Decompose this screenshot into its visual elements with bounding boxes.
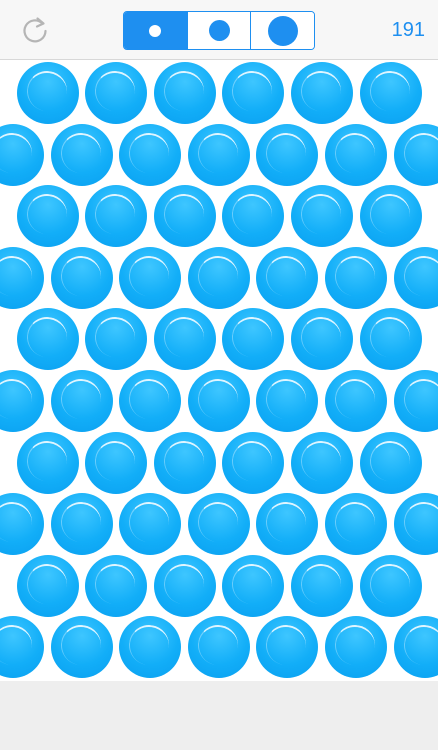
bubble[interactable] bbox=[393, 123, 438, 186]
bubble[interactable] bbox=[222, 308, 285, 371]
bubble[interactable] bbox=[119, 493, 182, 556]
bubble[interactable] bbox=[0, 616, 44, 679]
bubble[interactable] bbox=[0, 493, 44, 556]
bubble[interactable] bbox=[187, 493, 250, 556]
bubble[interactable] bbox=[359, 554, 422, 617]
bubble[interactable] bbox=[187, 616, 250, 679]
bubble[interactable] bbox=[85, 62, 148, 124]
bubble[interactable] bbox=[16, 431, 79, 494]
medium-dot-icon bbox=[208, 20, 230, 41]
bubble[interactable] bbox=[359, 431, 422, 494]
bubble[interactable] bbox=[290, 554, 353, 617]
bubble[interactable] bbox=[359, 308, 422, 371]
bubble[interactable] bbox=[119, 370, 182, 432]
bubble[interactable] bbox=[0, 370, 44, 432]
bubble[interactable] bbox=[153, 431, 216, 494]
bubble[interactable] bbox=[256, 616, 319, 679]
bubble[interactable] bbox=[393, 493, 438, 556]
reset-button[interactable] bbox=[19, 14, 51, 46]
bubble[interactable] bbox=[50, 246, 113, 309]
bubble[interactable] bbox=[290, 62, 353, 124]
bubble[interactable] bbox=[0, 123, 44, 186]
score-counter: 191 bbox=[391, 19, 425, 41]
refresh-arrow-icon bbox=[23, 17, 47, 43]
bubble[interactable] bbox=[16, 554, 79, 617]
bubble[interactable] bbox=[16, 62, 79, 124]
bubble[interactable] bbox=[85, 554, 148, 617]
size-option-medium[interactable] bbox=[186, 12, 251, 49]
bubble[interactable] bbox=[393, 370, 438, 432]
bubble[interactable] bbox=[256, 370, 319, 432]
bubble[interactable] bbox=[50, 123, 113, 186]
bubble[interactable] bbox=[325, 370, 387, 432]
bubble[interactable] bbox=[16, 185, 79, 248]
small-dot-icon bbox=[149, 24, 162, 37]
bubble[interactable] bbox=[85, 308, 148, 371]
toolbar: 191 bbox=[0, 0, 438, 60]
bubble[interactable] bbox=[0, 246, 44, 309]
bubble[interactable] bbox=[222, 431, 285, 494]
bubble-size-selector bbox=[123, 11, 315, 50]
bubble[interactable] bbox=[290, 431, 353, 494]
bubble[interactable] bbox=[50, 616, 113, 679]
bubble[interactable] bbox=[187, 370, 250, 432]
bubble[interactable] bbox=[290, 185, 353, 248]
bubble[interactable] bbox=[50, 493, 113, 556]
bubble[interactable] bbox=[359, 185, 422, 248]
bubble[interactable] bbox=[256, 123, 319, 186]
bubble[interactable] bbox=[16, 308, 79, 371]
bubble[interactable] bbox=[256, 493, 319, 556]
size-option-large[interactable] bbox=[250, 12, 314, 49]
bubble[interactable] bbox=[222, 185, 285, 248]
bubble[interactable] bbox=[325, 246, 387, 309]
bubble[interactable] bbox=[325, 616, 387, 679]
footer-area bbox=[0, 681, 438, 750]
bubble[interactable] bbox=[187, 246, 250, 309]
bubble[interactable] bbox=[153, 554, 216, 617]
bubble[interactable] bbox=[325, 493, 387, 556]
bubble[interactable] bbox=[325, 123, 387, 186]
bubble[interactable] bbox=[256, 246, 319, 309]
bubble-wrap-board bbox=[0, 60, 438, 681]
bubble[interactable] bbox=[393, 246, 438, 309]
large-dot-icon bbox=[267, 15, 298, 46]
bubble[interactable] bbox=[119, 123, 182, 186]
bubble[interactable] bbox=[50, 370, 113, 432]
size-option-small[interactable] bbox=[124, 12, 187, 49]
bubble[interactable] bbox=[290, 308, 353, 371]
bubble[interactable] bbox=[119, 616, 182, 679]
bubble[interactable] bbox=[85, 185, 148, 248]
bubble[interactable] bbox=[153, 185, 216, 248]
bubble[interactable] bbox=[153, 62, 216, 124]
bubble[interactable] bbox=[85, 431, 148, 494]
bubble[interactable] bbox=[359, 62, 422, 124]
bubble[interactable] bbox=[222, 554, 285, 617]
bubble[interactable] bbox=[393, 616, 438, 679]
bubble[interactable] bbox=[153, 308, 216, 371]
bubble[interactable] bbox=[222, 62, 285, 124]
bubble[interactable] bbox=[187, 123, 250, 186]
bubble[interactable] bbox=[119, 246, 182, 309]
